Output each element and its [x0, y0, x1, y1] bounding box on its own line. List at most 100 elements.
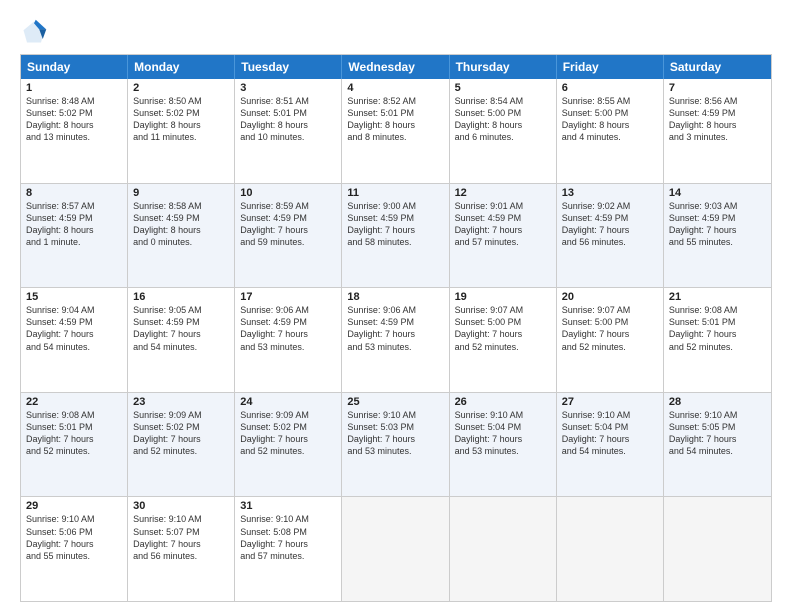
cal-cell: 28Sunrise: 9:10 AMSunset: 5:05 PMDayligh…: [664, 393, 771, 497]
day-info: Sunrise: 9:10 AMSunset: 5:05 PMDaylight:…: [669, 409, 766, 458]
day-info: Sunrise: 9:10 AMSunset: 5:04 PMDaylight:…: [455, 409, 551, 458]
cal-cell: 9Sunrise: 8:58 AMSunset: 4:59 PMDaylight…: [128, 184, 235, 288]
day-number: 15: [26, 291, 122, 303]
day-number: 12: [455, 187, 551, 199]
day-number: 13: [562, 187, 658, 199]
day-info: Sunrise: 8:52 AMSunset: 5:01 PMDaylight:…: [347, 95, 443, 144]
day-info: Sunrise: 9:10 AMSunset: 5:06 PMDaylight:…: [26, 513, 122, 562]
day-number: 24: [240, 396, 336, 408]
day-info: Sunrise: 9:05 AMSunset: 4:59 PMDaylight:…: [133, 304, 229, 353]
cal-cell: 11Sunrise: 9:00 AMSunset: 4:59 PMDayligh…: [342, 184, 449, 288]
day-number: 16: [133, 291, 229, 303]
cal-header-day: Monday: [128, 55, 235, 79]
cal-cell: 7Sunrise: 8:56 AMSunset: 4:59 PMDaylight…: [664, 79, 771, 183]
cal-cell: 10Sunrise: 8:59 AMSunset: 4:59 PMDayligh…: [235, 184, 342, 288]
day-info: Sunrise: 9:08 AMSunset: 5:01 PMDaylight:…: [26, 409, 122, 458]
cal-cell: 27Sunrise: 9:10 AMSunset: 5:04 PMDayligh…: [557, 393, 664, 497]
day-number: 27: [562, 396, 658, 408]
day-info: Sunrise: 8:56 AMSunset: 4:59 PMDaylight:…: [669, 95, 766, 144]
cal-cell: 20Sunrise: 9:07 AMSunset: 5:00 PMDayligh…: [557, 288, 664, 392]
cal-cell-empty: [342, 497, 449, 601]
cal-cell: 23Sunrise: 9:09 AMSunset: 5:02 PMDayligh…: [128, 393, 235, 497]
page: SundayMondayTuesdayWednesdayThursdayFrid…: [0, 0, 792, 612]
cal-cell: 14Sunrise: 9:03 AMSunset: 4:59 PMDayligh…: [664, 184, 771, 288]
day-info: Sunrise: 9:10 AMSunset: 5:04 PMDaylight:…: [562, 409, 658, 458]
day-info: Sunrise: 9:07 AMSunset: 5:00 PMDaylight:…: [455, 304, 551, 353]
day-number: 20: [562, 291, 658, 303]
cal-cell: 19Sunrise: 9:07 AMSunset: 5:00 PMDayligh…: [450, 288, 557, 392]
calendar-week: 29Sunrise: 9:10 AMSunset: 5:06 PMDayligh…: [21, 497, 771, 601]
calendar-week: 22Sunrise: 9:08 AMSunset: 5:01 PMDayligh…: [21, 393, 771, 498]
cal-cell: 16Sunrise: 9:05 AMSunset: 4:59 PMDayligh…: [128, 288, 235, 392]
day-info: Sunrise: 8:57 AMSunset: 4:59 PMDaylight:…: [26, 200, 122, 249]
day-info: Sunrise: 8:58 AMSunset: 4:59 PMDaylight:…: [133, 200, 229, 249]
logo-icon: [20, 18, 48, 46]
calendar-body: 1Sunrise: 8:48 AMSunset: 5:02 PMDaylight…: [21, 79, 771, 601]
day-number: 2: [133, 82, 229, 94]
cal-header-day: Tuesday: [235, 55, 342, 79]
day-info: Sunrise: 9:00 AMSunset: 4:59 PMDaylight:…: [347, 200, 443, 249]
day-number: 7: [669, 82, 766, 94]
day-number: 6: [562, 82, 658, 94]
day-info: Sunrise: 9:10 AMSunset: 5:08 PMDaylight:…: [240, 513, 336, 562]
cal-header-day: Friday: [557, 55, 664, 79]
day-info: Sunrise: 8:59 AMSunset: 4:59 PMDaylight:…: [240, 200, 336, 249]
cal-cell: 30Sunrise: 9:10 AMSunset: 5:07 PMDayligh…: [128, 497, 235, 601]
cal-cell: 26Sunrise: 9:10 AMSunset: 5:04 PMDayligh…: [450, 393, 557, 497]
day-info: Sunrise: 9:10 AMSunset: 5:07 PMDaylight:…: [133, 513, 229, 562]
day-info: Sunrise: 8:54 AMSunset: 5:00 PMDaylight:…: [455, 95, 551, 144]
calendar-week: 1Sunrise: 8:48 AMSunset: 5:02 PMDaylight…: [21, 79, 771, 184]
day-info: Sunrise: 8:48 AMSunset: 5:02 PMDaylight:…: [26, 95, 122, 144]
cal-cell: 24Sunrise: 9:09 AMSunset: 5:02 PMDayligh…: [235, 393, 342, 497]
day-number: 21: [669, 291, 766, 303]
calendar-week: 15Sunrise: 9:04 AMSunset: 4:59 PMDayligh…: [21, 288, 771, 393]
day-number: 10: [240, 187, 336, 199]
cal-cell: 29Sunrise: 9:10 AMSunset: 5:06 PMDayligh…: [21, 497, 128, 601]
cal-cell: 13Sunrise: 9:02 AMSunset: 4:59 PMDayligh…: [557, 184, 664, 288]
cal-cell: 2Sunrise: 8:50 AMSunset: 5:02 PMDaylight…: [128, 79, 235, 183]
day-number: 14: [669, 187, 766, 199]
day-number: 18: [347, 291, 443, 303]
day-info: Sunrise: 9:09 AMSunset: 5:02 PMDaylight:…: [133, 409, 229, 458]
calendar: SundayMondayTuesdayWednesdayThursdayFrid…: [20, 54, 772, 602]
cal-cell: 6Sunrise: 8:55 AMSunset: 5:00 PMDaylight…: [557, 79, 664, 183]
cal-header-day: Thursday: [450, 55, 557, 79]
day-number: 17: [240, 291, 336, 303]
day-info: Sunrise: 9:02 AMSunset: 4:59 PMDaylight:…: [562, 200, 658, 249]
day-info: Sunrise: 9:08 AMSunset: 5:01 PMDaylight:…: [669, 304, 766, 353]
cal-cell: 17Sunrise: 9:06 AMSunset: 4:59 PMDayligh…: [235, 288, 342, 392]
cal-cell-empty: [557, 497, 664, 601]
day-number: 22: [26, 396, 122, 408]
day-number: 1: [26, 82, 122, 94]
cal-cell: 8Sunrise: 8:57 AMSunset: 4:59 PMDaylight…: [21, 184, 128, 288]
day-info: Sunrise: 9:04 AMSunset: 4:59 PMDaylight:…: [26, 304, 122, 353]
cal-cell: 21Sunrise: 9:08 AMSunset: 5:01 PMDayligh…: [664, 288, 771, 392]
day-info: Sunrise: 8:50 AMSunset: 5:02 PMDaylight:…: [133, 95, 229, 144]
day-info: Sunrise: 8:55 AMSunset: 5:00 PMDaylight:…: [562, 95, 658, 144]
day-number: 23: [133, 396, 229, 408]
logo: [20, 18, 52, 46]
cal-header-day: Sunday: [21, 55, 128, 79]
cal-cell: 5Sunrise: 8:54 AMSunset: 5:00 PMDaylight…: [450, 79, 557, 183]
cal-cell: 31Sunrise: 9:10 AMSunset: 5:08 PMDayligh…: [235, 497, 342, 601]
day-number: 9: [133, 187, 229, 199]
day-number: 25: [347, 396, 443, 408]
day-number: 5: [455, 82, 551, 94]
header: [20, 18, 772, 46]
cal-header-day: Wednesday: [342, 55, 449, 79]
day-info: Sunrise: 8:51 AMSunset: 5:01 PMDaylight:…: [240, 95, 336, 144]
day-info: Sunrise: 9:06 AMSunset: 4:59 PMDaylight:…: [240, 304, 336, 353]
calendar-week: 8Sunrise: 8:57 AMSunset: 4:59 PMDaylight…: [21, 184, 771, 289]
day-number: 11: [347, 187, 443, 199]
day-number: 19: [455, 291, 551, 303]
day-number: 28: [669, 396, 766, 408]
day-number: 8: [26, 187, 122, 199]
calendar-header: SundayMondayTuesdayWednesdayThursdayFrid…: [21, 55, 771, 79]
day-info: Sunrise: 9:09 AMSunset: 5:02 PMDaylight:…: [240, 409, 336, 458]
cal-cell: 1Sunrise: 8:48 AMSunset: 5:02 PMDaylight…: [21, 79, 128, 183]
day-info: Sunrise: 9:07 AMSunset: 5:00 PMDaylight:…: [562, 304, 658, 353]
day-number: 26: [455, 396, 551, 408]
cal-cell: 15Sunrise: 9:04 AMSunset: 4:59 PMDayligh…: [21, 288, 128, 392]
day-info: Sunrise: 9:10 AMSunset: 5:03 PMDaylight:…: [347, 409, 443, 458]
cal-cell-empty: [450, 497, 557, 601]
